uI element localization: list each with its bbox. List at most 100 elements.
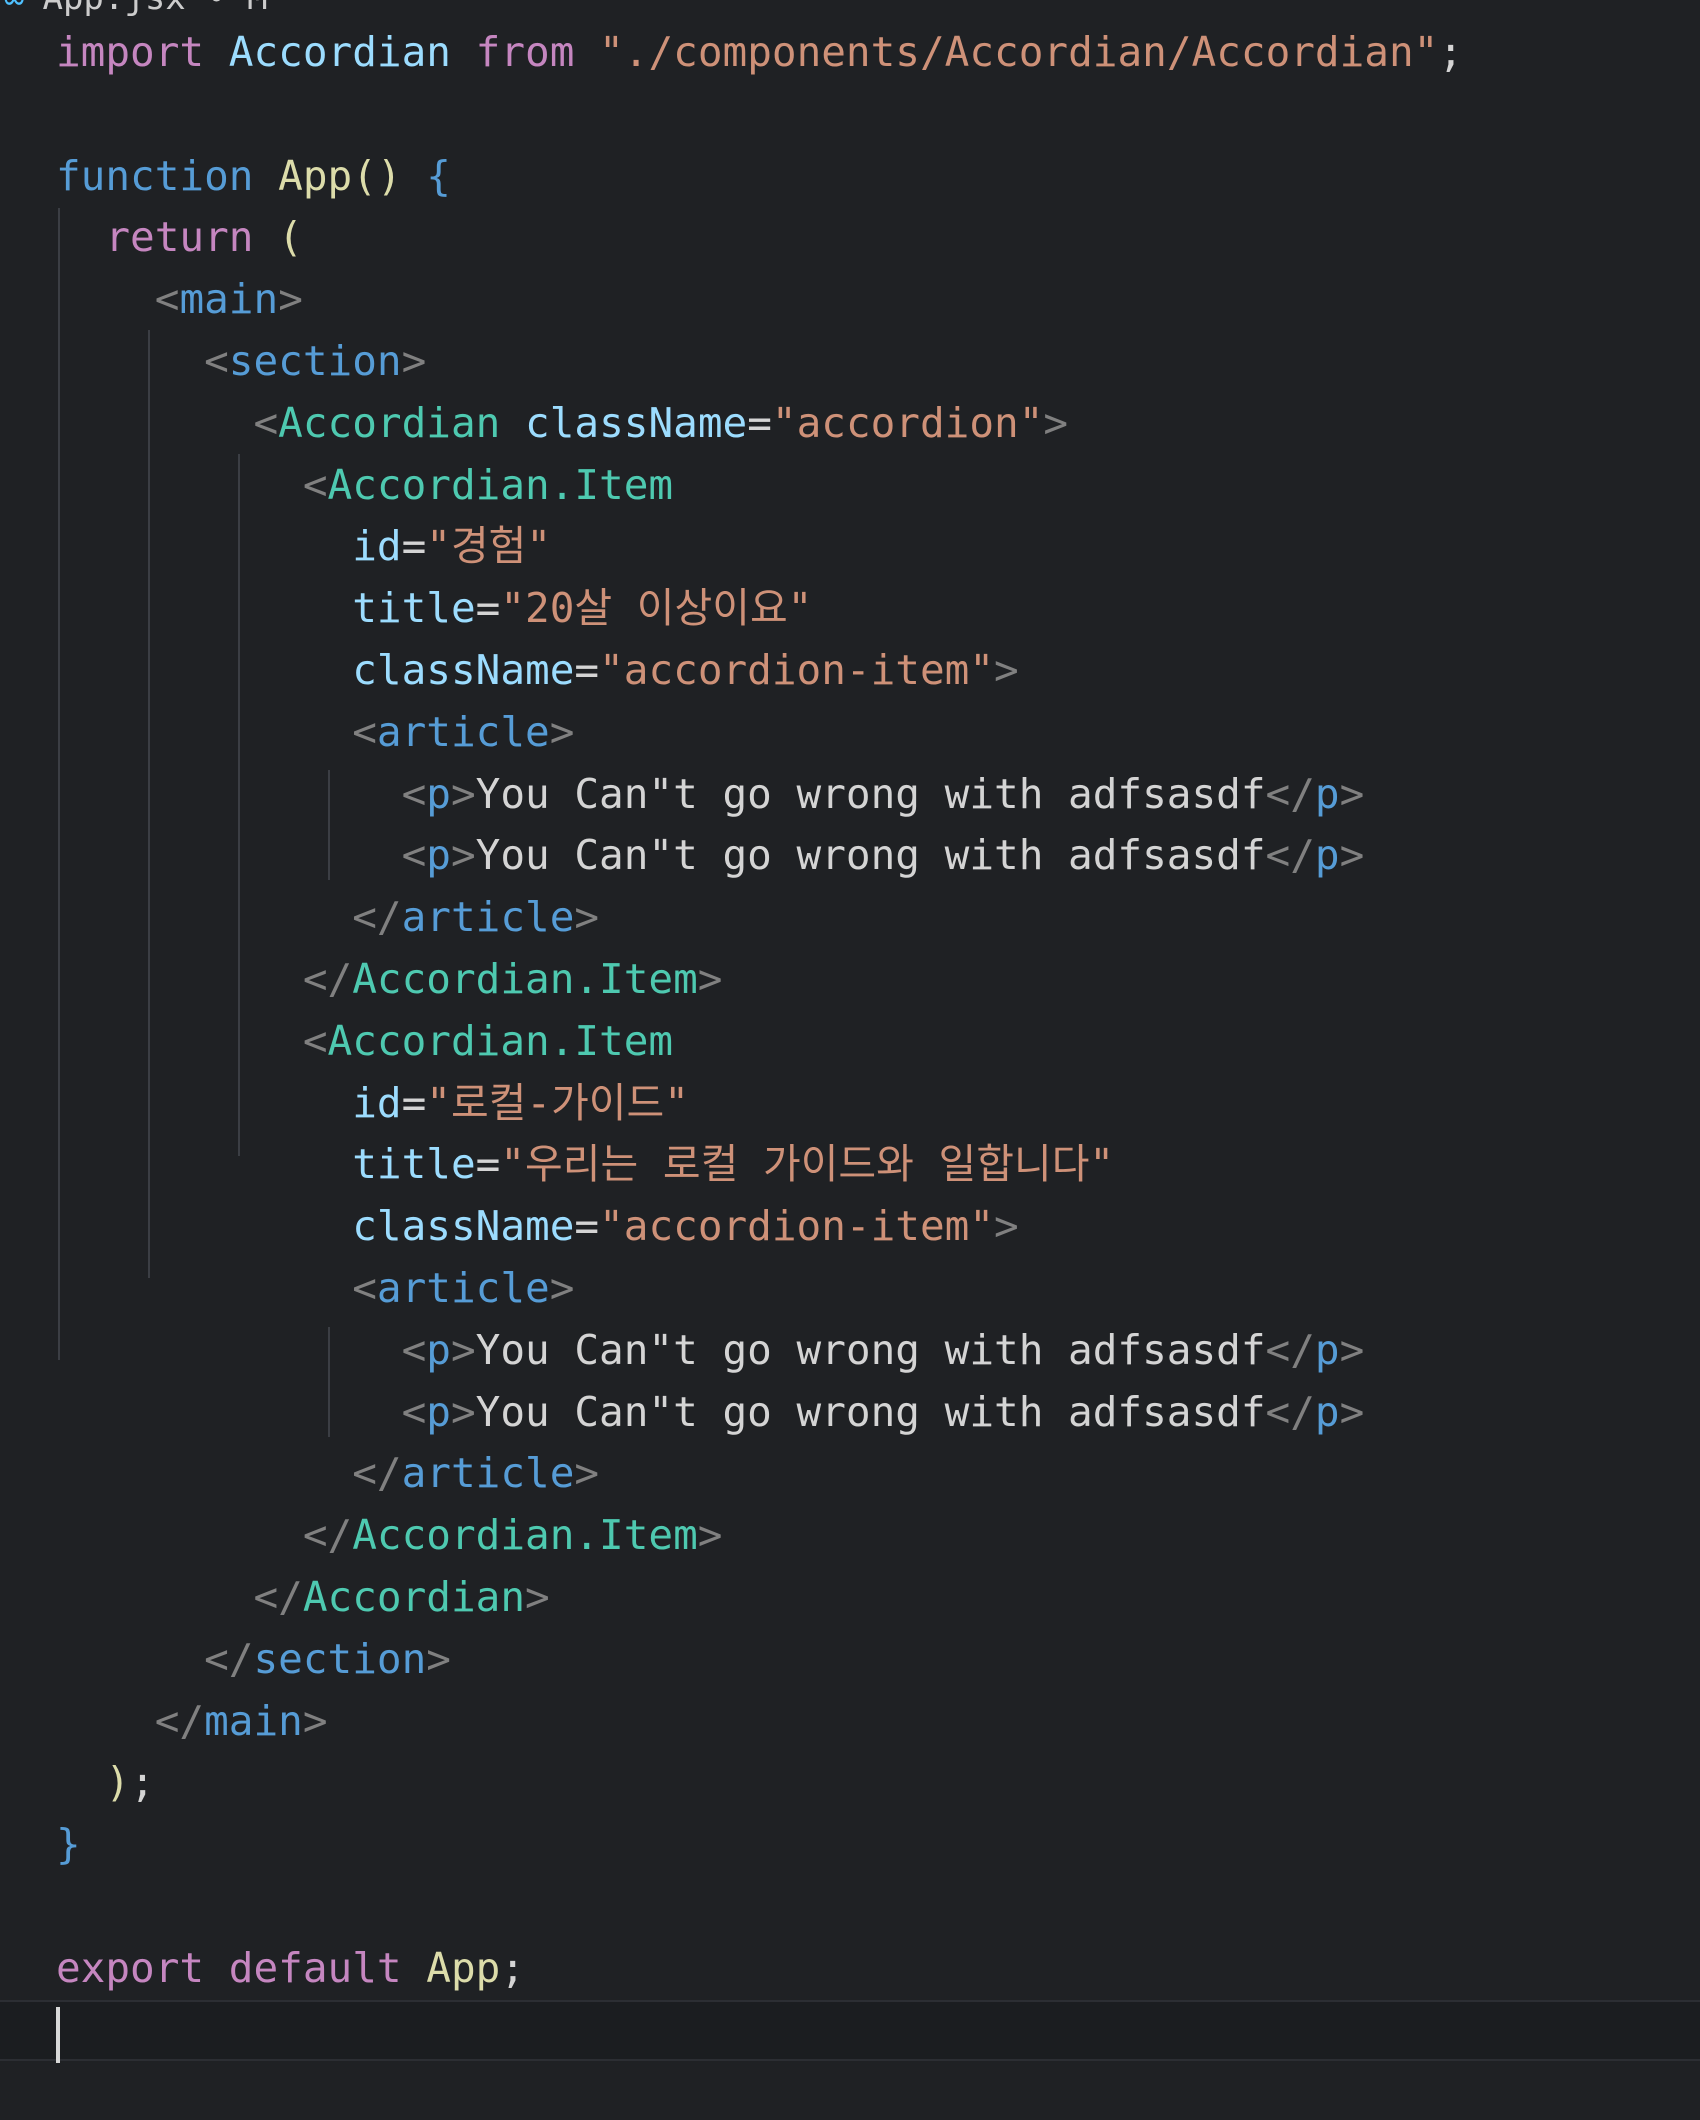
code-line-19: title="우리는 로컬 가이드와 일합니다" [0,1134,1700,1196]
code-line-22: <p>You Can"t go wrong with adfsasdf</p> [0,1320,1700,1382]
tag-name: p [426,1387,451,1436]
tag-bracket: > [450,831,476,880]
keyword: import [56,28,205,76]
component-name: Accordian.Item [327,460,674,509]
tag-bracket: </ [204,1634,254,1683]
tag-bracket: > [574,1449,600,1498]
punctuation: = [574,1202,600,1251]
tag-bracket: < [302,460,328,509]
code-line-29: ); [0,1752,1700,1814]
punctuation: ; [1438,28,1464,76]
attribute-name: title [352,1140,476,1189]
tag-name: main [179,275,279,324]
tag-name: article [401,1449,575,1498]
tag-name: article [401,893,575,942]
component-name: Accordian [278,398,501,447]
code-line-25: </Accordian.Item> [0,1505,1700,1567]
code-line-20: className="accordion-item"> [0,1196,1700,1258]
code-line-18: id="로컬-가이드" [0,1073,1700,1135]
string-literal: "우리는 로컬 가이드와 일합니다" [500,1140,1115,1189]
keyword: default [228,1943,402,1992]
tag-bracket: </ [352,893,402,942]
attribute-name: className [352,1202,575,1251]
code-line-13: <p>You Can"t go wrong with adfsasdf</p> [0,764,1700,826]
punctuation: ; [500,1943,526,1992]
component-name: Accordian [302,1572,526,1621]
tag-bracket: </ [1265,831,1315,880]
tag-bracket: > [574,893,600,942]
code-line-32: export default App; [0,1938,1700,2000]
punctuation: { [426,151,451,200]
tag-bracket: > [426,1634,451,1683]
tag-name: article [376,1263,550,1312]
tag-bracket: < [352,707,377,756]
punctuation: ; [130,1758,155,1807]
tag-bracket: > [1339,1387,1365,1436]
code-line-11: className="accordion-item"> [0,640,1700,702]
attribute-name: className [525,398,748,447]
string-literal: "accordion" [771,398,1044,447]
punctuation: = [401,522,427,571]
code-line-8: <Accordian.Item [0,455,1700,517]
tag-name: section [253,1634,427,1683]
tag-bracket: < [401,769,427,818]
punctuation: = [475,584,501,633]
punctuation: () [352,151,402,200]
attribute-name: className [352,645,575,694]
tag-bracket: </ [1265,769,1315,818]
tag-bracket: < [253,398,279,447]
jsx-text: You Can"t go wrong with adfsasdf [475,1325,1266,1374]
code-line-5: <main> [0,269,1700,331]
tag-bracket: > [450,769,476,818]
code-line-33-current[interactable] [0,1999,1700,2063]
jsx-text: You Can"t go wrong with adfsasdf [475,831,1266,880]
file-tab[interactable]: ∞ App.jsx • M [0,0,1700,18]
jsx-text: You Can"t go wrong with adfsasdf [475,769,1266,818]
code-line-16: </Accordian.Item> [0,949,1700,1011]
tag-name: article [376,707,550,756]
code-editor[interactable]: ∞ App.jsx • M import Accordian from "./co… [0,0,1700,2120]
tag-bracket: > [697,1511,723,1560]
code-line-12: <article> [0,702,1700,764]
attribute-name: id [352,522,402,571]
component-name: Accordian.Item [327,1016,674,1065]
tag-bracket: </ [302,954,353,1003]
keyword: function [56,151,254,200]
tag-name: p [1314,769,1340,818]
tag-bracket: </ [154,1696,205,1745]
string-literal: "accordion-item" [599,1202,995,1251]
code-line-3: function App() { [0,146,1700,208]
string-literal: "20살 이상이요" [500,584,813,633]
code-line-30: } [0,1814,1700,1876]
tag-bracket: < [302,1016,328,1065]
punctuation: ( [278,213,303,262]
identifier: App [426,1943,501,1992]
tag-bracket: </ [253,1572,303,1621]
tag-bracket: > [549,707,575,756]
tag-name: p [1314,831,1340,880]
tag-bracket: > [994,645,1019,694]
tag-bracket: < [401,1387,427,1436]
tag-name: p [426,769,451,818]
code-lines[interactable]: import Accordian from "./components/Acco… [0,22,1700,2063]
tag-bracket: > [278,275,303,324]
code-line-14: <p>You Can"t go wrong with adfsasdf</p> [0,825,1700,887]
tag-name: p [1314,1325,1340,1374]
attribute-name: id [352,1078,402,1127]
code-line-9: id="경험" [0,516,1700,578]
tag-bracket: < [154,275,180,324]
string-literal: "로컬-가이드" [426,1078,689,1127]
string-literal: "accordion-item" [599,645,995,694]
tag-bracket: > [697,954,723,1003]
code-line-17: <Accordian.Item [0,1011,1700,1073]
tag-bracket: </ [1265,1387,1315,1436]
code-line-7: <Accordian className="accordion"> [0,393,1700,455]
code-line-10: title="20살 이상이요" [0,578,1700,640]
tag-name: p [426,1325,451,1374]
keyword: export [56,1943,205,1992]
tag-bracket: > [994,1202,1019,1251]
tag-bracket: > [1339,1325,1365,1374]
jsx-text: You Can"t go wrong with adfsasdf [475,1387,1266,1436]
tag-bracket: > [1339,769,1365,818]
